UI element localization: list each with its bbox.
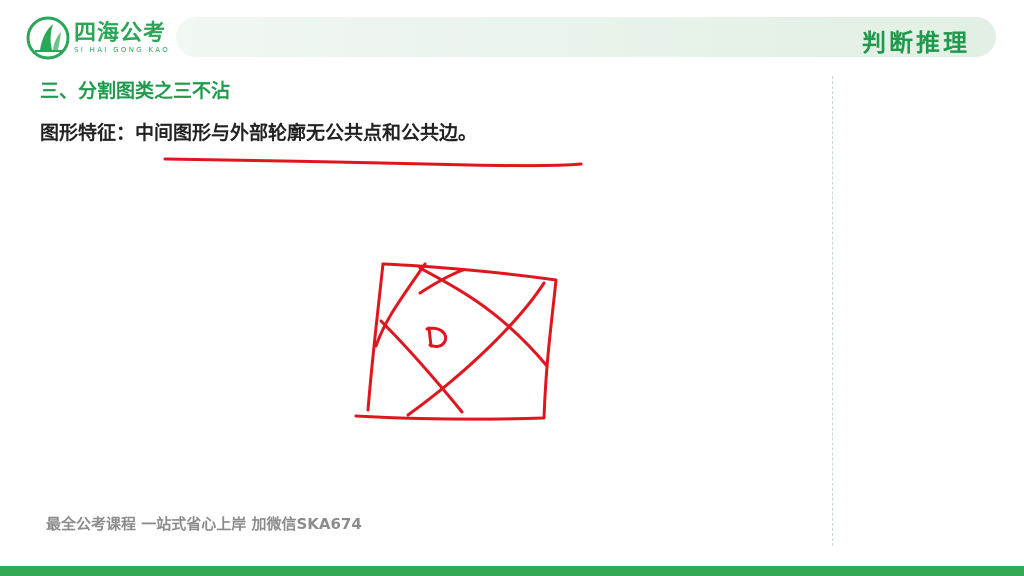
sail-leaf-logo-icon xyxy=(26,16,70,60)
diamond-stroke-upper-left xyxy=(374,262,427,348)
section-title: 三、分割图类之三不沾 xyxy=(40,80,231,102)
bottom-bar xyxy=(0,566,1024,576)
footer-note: 最全公考课程 一站式省心上岸 加微信SKA674 xyxy=(46,515,362,533)
diamond-stroke-lower-left xyxy=(379,319,464,414)
diamond-stroke-top-right xyxy=(418,268,465,295)
underline-stroke xyxy=(163,157,583,168)
letter-d-stroke xyxy=(425,326,448,348)
header-bar: 判断推理 xyxy=(176,17,996,57)
feature-description: 图形特征：中间图形与外部轮廓无公共点和公共边。 xyxy=(40,122,478,144)
brand-logo: 四海公考 SI HAI GONG KAO xyxy=(26,16,170,60)
outer-square-stroke xyxy=(354,262,558,421)
drawing-letter: D xyxy=(0,0,1,1)
diamond-stroke-upper-right xyxy=(418,266,549,368)
logo-subtitle: SI HAI GONG KAO xyxy=(74,45,171,54)
content-divider xyxy=(832,76,833,546)
header-subject-label: 判断推理 xyxy=(862,29,970,57)
logo-title: 四海公考 xyxy=(74,20,167,46)
diamond-stroke-lower-right xyxy=(406,281,546,417)
outer-left-stroke xyxy=(366,262,385,412)
